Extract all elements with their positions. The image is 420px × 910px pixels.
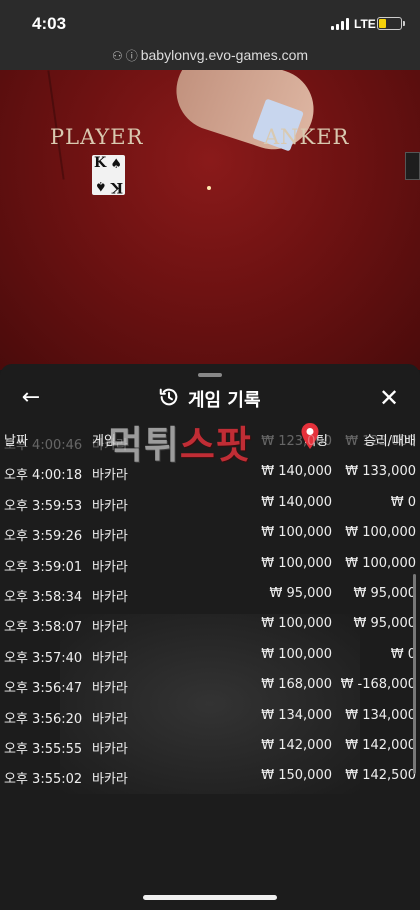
row-bet: ₩ 100,000 (261, 525, 332, 541)
table-row[interactable]: 오후 3:55:55 바카라 ₩ 142,000 ₩ 142,000 (0, 734, 420, 758)
table-row[interactable]: 오후 3:58:07 바카라 ₩ 100,000 ₩ 95,000 (0, 612, 420, 636)
table-row[interactable]: 오후 3:59:53 바카라 ₩ 140,000 ₩ 0 (0, 491, 420, 515)
table-row[interactable]: 오후 3:57:40 바카라 ₩ 100,000 ₩ 0 (0, 643, 420, 667)
card-suit-bottom: ♠ (95, 178, 107, 193)
network-label: LTE (354, 17, 376, 31)
row-result: ₩ 142,000 (345, 738, 416, 753)
row-result: ₩ 100,000 (345, 555, 416, 571)
sheet-grab-handle[interactable] (198, 373, 222, 377)
row-bet: ₩ 95,000 (269, 586, 332, 601)
row-game: 바카라 (92, 529, 128, 545)
table-marker (207, 186, 211, 190)
signal-icon (331, 18, 351, 30)
row-game: 바카라 (92, 468, 128, 484)
row-result: ₩ 142,500 (345, 768, 416, 784)
row-bet: ₩ 150,000 (261, 768, 332, 784)
battery-icon (377, 17, 405, 30)
table-row[interactable]: 오후 3:56:20 바카라 ₩ 134,000 ₩ 134,000 (0, 704, 420, 728)
row-time: 오후 3:56:20 (4, 711, 83, 727)
status-bar: 4:03 LTE (0, 0, 420, 44)
row-bet: ₩ 140,000 (261, 464, 332, 480)
back-button[interactable]: ← (16, 383, 46, 413)
scrollbar[interactable] (413, 574, 416, 774)
row-game: 바카라 (92, 650, 128, 666)
row-time: 오후 3:59:53 (4, 498, 83, 514)
banker-card-edge (405, 152, 420, 180)
row-result: ₩ 95,000 (353, 616, 416, 632)
table-row[interactable]: 오후 3:58:34 바카라 ₩ 95,000 ₩ 95,000 (0, 582, 420, 606)
row-bet: ₩ 168,000 (261, 677, 332, 693)
status-time: 4:03 (32, 14, 67, 33)
card-rank: K (94, 155, 107, 171)
table-row[interactable]: 오후 4:00:46 바카라 ₩ 123,000 ₩ 123,000 (0, 430, 420, 454)
row-bet: ₩ 100,000 (261, 555, 332, 571)
row-result: ₩ 95,000 (353, 586, 416, 601)
table-row[interactable]: 오후 3:55:02 바카라 ₩ 150,000 ₩ 142,500 (0, 764, 420, 788)
row-game: 바카라 (92, 590, 128, 605)
row-bet: ₩ 140,000 (261, 494, 332, 510)
row-time: 오후 3:56:47 (4, 681, 83, 697)
row-result: ₩ 0 (390, 494, 416, 510)
home-indicator[interactable] (143, 895, 277, 900)
row-game: 바카라 (92, 681, 128, 697)
people-icon: ⚇ (111, 49, 123, 63)
live-video-feed: PLAYER ANKER K ♠ K ♠ (0, 70, 420, 370)
sheet-title: 게임 기록 (188, 390, 261, 411)
row-result: ₩ 134,000 (345, 707, 416, 723)
row-time: 오후 3:58:07 (4, 620, 83, 636)
close-icon: ✕ (378, 384, 400, 412)
row-time: 오후 3:55:55 (4, 742, 83, 757)
player-label: PLAYER (50, 125, 144, 149)
row-bet: ₩ 123,000 (261, 434, 332, 449)
row-game: 바카라 (92, 559, 128, 575)
row-game: 바카라 (92, 438, 128, 453)
row-time: 오후 3:57:40 (4, 650, 83, 666)
row-time: 오후 3:59:01 (4, 559, 83, 575)
table-row[interactable]: 오후 3:59:26 바카라 ₩ 100,000 ₩ 100,000 (0, 521, 420, 545)
row-game: 바카라 (92, 711, 128, 727)
row-time: 오후 3:55:02 (4, 772, 83, 788)
table-row[interactable]: 오후 4:00:18 바카라 ₩ 140,000 ₩ 133,000 (0, 460, 420, 484)
row-game: 바카라 (92, 772, 128, 788)
row-game: 바카라 (92, 620, 128, 636)
card-rank-bottom: K (110, 179, 123, 195)
history-icon (159, 388, 178, 406)
row-game: 바카라 (92, 498, 128, 514)
row-bet: ₩ 100,000 (261, 616, 332, 632)
card-suit: ♠ (110, 157, 122, 172)
table-row[interactable]: 오후 3:59:01 바카라 ₩ 100,000 ₩ 100,000 (0, 552, 420, 576)
info-icon: ⓘ (125, 49, 138, 63)
arrow-left-icon: ← (21, 385, 41, 410)
row-result: ₩ -168,000 (340, 677, 416, 693)
address-bar[interactable]: ⚇ ⓘ babylonvg.evo-games.com (0, 44, 420, 70)
row-time: 오후 4:00:46 (4, 438, 83, 453)
close-button[interactable]: ✕ (374, 383, 404, 413)
row-game: 바카라 (92, 742, 128, 757)
row-time: 오후 3:58:34 (4, 590, 83, 605)
row-time: 오후 4:00:18 (4, 468, 83, 484)
url-text: babylonvg.evo-games.com (140, 47, 309, 63)
row-time: 오후 3:59:26 (4, 529, 83, 545)
table-row[interactable]: 오후 3:56:47 바카라 ₩ 168,000 ₩ -168,000 (0, 673, 420, 697)
player-card: K ♠ K ♠ (92, 155, 125, 195)
row-result: ₩ 133,000 (345, 464, 416, 480)
row-bet: ₩ 134,000 (261, 707, 332, 723)
row-result: ₩ 100,000 (345, 525, 416, 541)
row-result: ₩ 123,000 (345, 434, 416, 449)
game-history-sheet: ← 게임 기록 ✕ 날짜 게임 베팅 승리/패배 먹튀스팟 오후 4:00:46… (0, 364, 420, 910)
row-bet: ₩ 142,000 (261, 738, 332, 753)
banker-label: ANKER (264, 125, 350, 149)
row-bet: ₩ 100,000 (261, 646, 332, 662)
